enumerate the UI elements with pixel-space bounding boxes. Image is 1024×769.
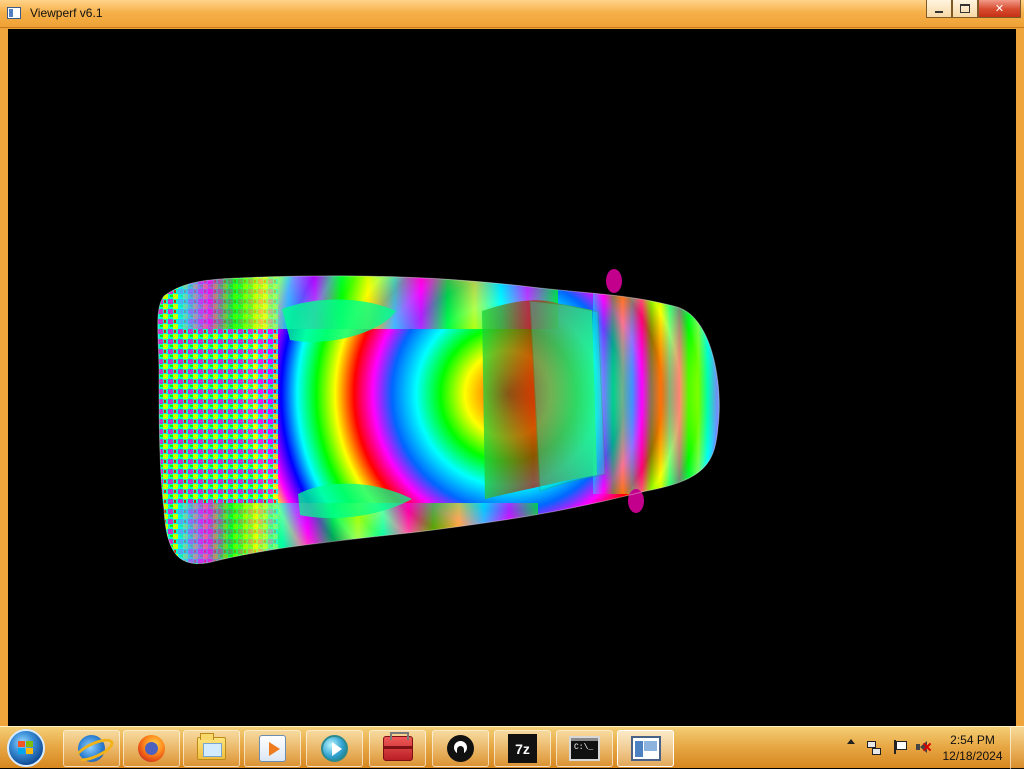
taskbar-command-prompt[interactable]: C:\_	[556, 730, 613, 767]
network-icon[interactable]	[867, 739, 883, 755]
seven-zip-icon: 7z	[508, 734, 537, 763]
viewperf-window: Viewperf v6.1 ✕	[0, 0, 1024, 726]
start-button[interactable]	[7, 729, 45, 767]
toolbox-icon	[382, 732, 413, 761]
render-viewport[interactable]	[8, 29, 1016, 726]
window-title: Viewperf v6.1	[30, 6, 103, 20]
taskbar-firefox[interactable]	[123, 730, 180, 767]
command-prompt-icon: C:\_	[569, 736, 600, 761]
maximize-button[interactable]	[952, 0, 978, 18]
github-icon	[447, 735, 474, 762]
taskbar-internet-explorer[interactable]	[63, 730, 120, 767]
clock-time: 2:54 PM	[950, 733, 995, 747]
taskbar-seven-zip[interactable]: 7z	[494, 730, 551, 767]
taskbar-viewperf[interactable]	[617, 730, 674, 767]
title-bar[interactable]: Viewperf v6.1 ✕	[0, 0, 1024, 28]
clock[interactable]: 2:54 PM 12/18/2024	[931, 732, 1014, 764]
windows-start-icon	[18, 741, 34, 756]
window-controls: ✕	[926, 0, 1021, 19]
media-icon	[259, 735, 286, 762]
clock-date: 12/18/2024	[942, 749, 1003, 763]
action-center-flag-icon[interactable]	[891, 739, 907, 755]
car-model	[157, 269, 720, 565]
taskbar: 7z C:\_ 2:54 PM 12/18/2024	[0, 726, 1024, 769]
taskbar-media-center[interactable]	[244, 730, 301, 767]
car-render-svg	[157, 269, 720, 565]
internet-explorer-icon	[78, 735, 105, 762]
show-desktop-button[interactable]	[1010, 727, 1024, 769]
maximize-icon	[960, 4, 970, 13]
folder-icon	[197, 733, 226, 760]
taskbar-toolbox[interactable]	[369, 730, 426, 767]
firefox-icon	[138, 735, 165, 762]
close-icon: ✕	[994, 3, 1005, 15]
show-hidden-icons-button[interactable]	[847, 739, 855, 744]
mute-indicator-icon	[923, 743, 931, 751]
taskbar-github[interactable]	[432, 730, 489, 767]
system-tray: 2:54 PM 12/18/2024	[839, 727, 1024, 769]
close-button[interactable]: ✕	[978, 0, 1021, 18]
viewperf-app-icon	[7, 7, 21, 19]
minimize-button[interactable]	[926, 0, 952, 18]
viewperf-icon	[630, 736, 661, 761]
taskbar-media-player[interactable]	[306, 730, 363, 767]
player-icon	[321, 735, 348, 762]
taskbar-file-explorer[interactable]	[183, 730, 240, 767]
minimize-icon	[935, 10, 943, 13]
